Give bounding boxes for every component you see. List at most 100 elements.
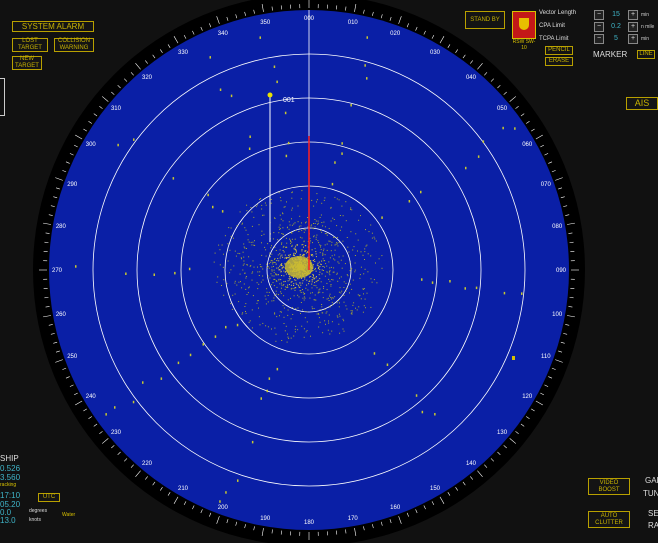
clutter-dot: [365, 229, 366, 231]
clutter-dot: [273, 285, 275, 287]
clutter-dot: [375, 262, 376, 264]
clutter-dot: [334, 254, 336, 256]
clutter-dot: [246, 204, 248, 206]
clutter-dot: [301, 190, 303, 192]
clutter-dot: [319, 271, 321, 273]
water-reference: Water: [62, 512, 76, 518]
clutter-dot: [238, 301, 240, 303]
collision-warning-button[interactable]: COLLISION WARNING: [54, 38, 94, 52]
clutter-dot: [277, 267, 279, 269]
new-target-button[interactable]: NEW TARGET: [12, 56, 42, 70]
echo-blip: [465, 166, 467, 170]
minus-icon[interactable]: −: [594, 33, 604, 44]
clutter-dot: [262, 275, 264, 277]
clutter-dot: [277, 254, 279, 256]
clutter-dot: [338, 291, 340, 293]
bearing-label-300: 300: [86, 142, 97, 148]
bearing-label-120: 120: [522, 394, 533, 400]
clutter-dot: [305, 331, 307, 333]
clutter-dot: [238, 281, 240, 283]
bearing-label-060: 060: [522, 142, 533, 148]
clutter-dot: [284, 288, 286, 290]
stand-by-button[interactable]: STAND BY: [465, 11, 505, 29]
clutter-dot: [274, 258, 275, 260]
erase-button[interactable]: ERASE: [545, 57, 573, 66]
clutter-dot: [267, 266, 269, 268]
clutter-dot: [330, 284, 332, 285]
auto-clutter-button[interactable]: AUTO CLUTTER: [588, 511, 630, 528]
clutter-dot: [282, 305, 284, 307]
clutter-dot: [292, 314, 294, 315]
clutter-dot: [286, 258, 288, 259]
echo-blip: [503, 291, 506, 295]
clutter-dot: [290, 337, 292, 339]
clutter-dot: [350, 313, 352, 315]
ais-button[interactable]: AIS: [626, 97, 658, 110]
clutter-dot: [326, 249, 328, 251]
clutter-dot: [374, 238, 376, 240]
line-button[interactable]: LINE: [637, 50, 655, 59]
cpa-limit-stepper[interactable]: − 0.2 + n mile: [594, 21, 654, 32]
clutter-dot: [319, 266, 321, 267]
clutter-dot: [358, 306, 360, 308]
echo-blip: [212, 205, 214, 209]
pencil-button[interactable]: PENCIL: [545, 46, 573, 55]
side-panel-tab[interactable]: [0, 78, 5, 116]
ais-target-symbol[interactable]: [267, 92, 273, 98]
clutter-dot: [315, 236, 317, 238]
clutter-dot: [357, 239, 359, 241]
plus-icon[interactable]: +: [628, 33, 638, 44]
clutter-dot: [271, 266, 273, 268]
video-boost-button[interactable]: VIDEO BOOST: [588, 478, 630, 495]
plus-icon[interactable]: +: [628, 21, 638, 32]
echo-blip: [408, 200, 411, 203]
clutter-dot: [307, 252, 309, 253]
clutter-dot: [319, 288, 321, 290]
minus-icon[interactable]: −: [594, 9, 604, 20]
clutter-dot: [288, 221, 290, 223]
echo-blip: [477, 155, 480, 158]
clutter-dot: [274, 313, 276, 315]
clutter-dot: [275, 290, 277, 292]
clutter-dot: [320, 264, 322, 266]
clutter-dot: [273, 266, 274, 267]
clutter-dot: [281, 233, 283, 234]
clutter-dot: [291, 207, 293, 209]
clutter-dot: [311, 292, 313, 294]
system-alarm-button[interactable]: SYSTEM ALARM: [12, 21, 94, 32]
minus-icon[interactable]: −: [594, 21, 604, 32]
plus-icon[interactable]: +: [628, 9, 638, 20]
clutter-dot: [258, 275, 260, 276]
clutter-dot: [311, 281, 313, 283]
clutter-dot: [278, 278, 280, 280]
clutter-dot: [315, 256, 317, 258]
clutter-dot: [330, 285, 332, 287]
clutter-dot: [302, 309, 303, 311]
clutter-dot: [314, 282, 316, 284]
lost-target-button[interactable]: LOST TARGET: [12, 38, 48, 52]
clutter-dot: [342, 255, 344, 257]
clutter-dot: [329, 333, 331, 335]
clutter-dot: [279, 269, 281, 271]
radar-display[interactable]: 001 000 010 020 030 040 050 060 070 080 090 100 110…: [0, 0, 658, 543]
clutter-dot: [323, 221, 325, 223]
clutter-dot: [301, 229, 303, 231]
clutter-dot: [244, 227, 246, 229]
clutter-dot: [328, 272, 330, 274]
clutter-dot: [261, 266, 263, 268]
clutter-dot: [286, 246, 288, 248]
clutter-dot: [276, 286, 278, 288]
bearing-label-150: 150: [430, 486, 441, 492]
utc-button[interactable]: UTC: [38, 493, 60, 502]
vector-length-stepper[interactable]: − 15 + min: [594, 9, 649, 20]
tcpa-limit-stepper[interactable]: − 5 + min: [594, 33, 649, 44]
ship-id-label: RSW SW-10: [512, 39, 536, 51]
clutter-dot: [283, 275, 285, 277]
clutter-dot: [336, 198, 338, 200]
clutter-dot: [343, 287, 345, 288]
clutter-dot: [315, 277, 317, 279]
clutter-dot: [313, 308, 315, 309]
bearing-label-090: 090: [556, 268, 567, 274]
clutter-dot: [311, 308, 313, 310]
clutter-dot: [308, 283, 310, 285]
